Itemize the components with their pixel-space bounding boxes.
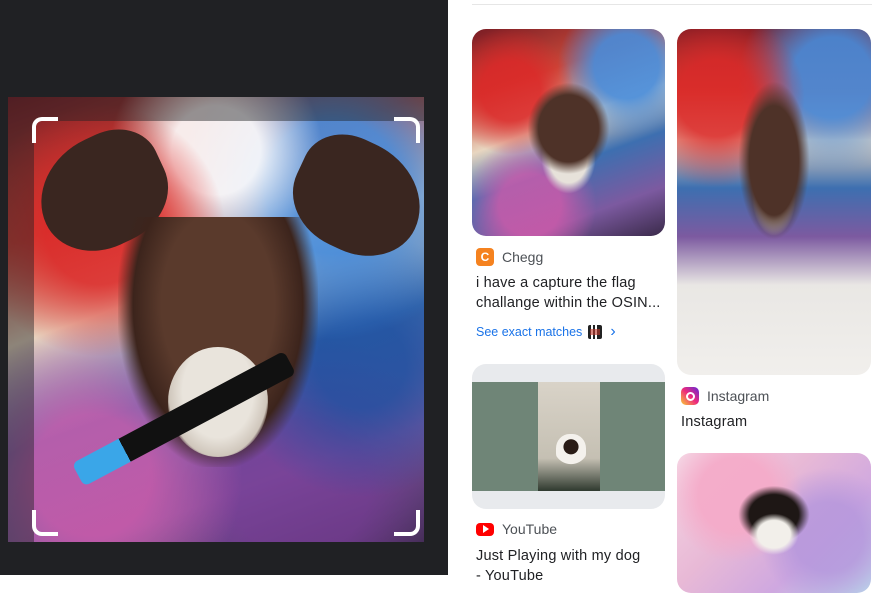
title-line: i have a capture the flag: [476, 275, 636, 291]
youtube-icon: [476, 522, 494, 536]
crop-dim-top: [34, 97, 424, 121]
result-source-instagram[interactable]: Instagram: [681, 387, 769, 405]
match-thumbnail-icon: [588, 325, 603, 339]
title-line: Just Playing with my dog: [476, 548, 641, 564]
result-thumbnail-instagram[interactable]: [677, 29, 871, 375]
source-name: Instagram: [707, 388, 770, 404]
crop-handle-bottom-right[interactable]: [394, 510, 420, 536]
source-name: Chegg: [502, 249, 544, 265]
result-thumbnail-chegg[interactable]: [472, 29, 665, 236]
crop-handle-bottom-left[interactable]: [32, 510, 58, 536]
result-source-youtube[interactable]: YouTube: [476, 521, 557, 537]
top-divider: [472, 4, 872, 5]
crop-handle-top-left[interactable]: [32, 117, 58, 143]
exact-matches-label: See exact matches: [476, 325, 583, 339]
video-dog: [556, 434, 586, 466]
title-line: challange within the OSIN...: [476, 295, 661, 311]
result-title-chegg[interactable]: i have a capture the flag challange with…: [476, 273, 672, 313]
dog-photo: [8, 97, 424, 542]
result-title-instagram[interactable]: Instagram: [681, 412, 747, 432]
result-title-youtube[interactable]: Just Playing with my dog - YouTube: [476, 546, 672, 586]
title-line: - YouTube: [476, 568, 544, 584]
crop-dim-left: [8, 97, 34, 542]
see-exact-matches-link[interactable]: See exact matches ›: [476, 323, 616, 341]
image-preview-panel: [0, 0, 448, 575]
instagram-icon: [681, 387, 699, 405]
chevron-right-icon: ›: [610, 323, 616, 340]
chegg-icon: C: [476, 248, 494, 266]
uploaded-image-preview[interactable]: [8, 97, 424, 542]
result-thumbnail-youtube[interactable]: [472, 364, 665, 509]
crop-handle-top-right[interactable]: [394, 117, 420, 143]
result-source-chegg[interactable]: C Chegg: [476, 248, 543, 266]
result-thumbnail-dog-portrait[interactable]: [677, 453, 871, 593]
source-name: YouTube: [502, 521, 558, 537]
